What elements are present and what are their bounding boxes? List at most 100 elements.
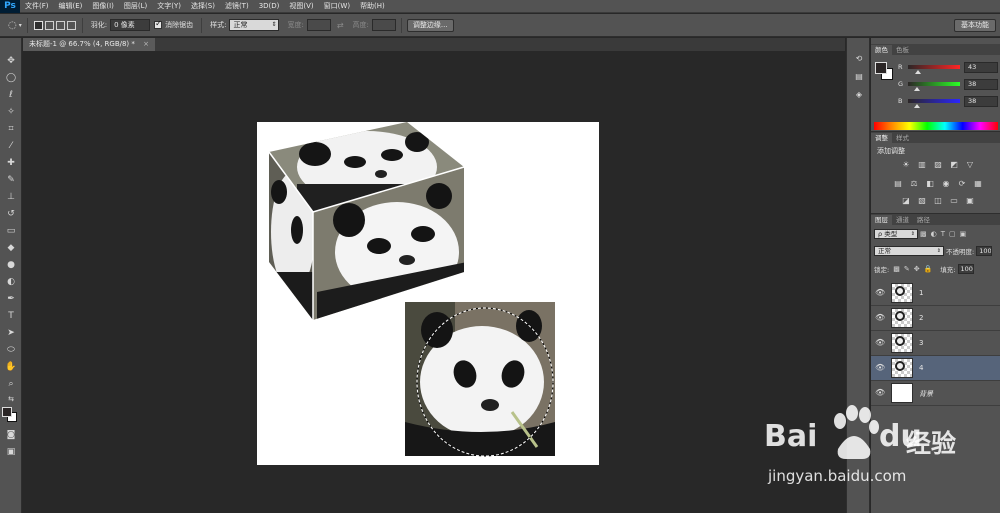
eye-icon[interactable]: 👁	[875, 288, 885, 297]
layer-row-2[interactable]: 👁 2	[871, 306, 1000, 331]
brush-tool-icon[interactable]: ✎	[3, 173, 19, 188]
hand-tool-icon[interactable]: ✋	[3, 360, 19, 375]
eye-icon[interactable]: 👁	[875, 363, 885, 372]
menu-filter[interactable]: 滤镜(T)	[220, 1, 254, 11]
dodge-tool-icon[interactable]: ◐	[3, 275, 19, 290]
tab-layers[interactable]: 图层	[871, 215, 892, 225]
menu-3d[interactable]: 3D(D)	[254, 2, 285, 10]
layer-row-4[interactable]: 👁 4	[871, 356, 1000, 381]
menu-help[interactable]: 帮助(H)	[355, 1, 390, 11]
filter-type-icon[interactable]: T	[941, 230, 945, 238]
menu-select[interactable]: 选择(S)	[186, 1, 220, 11]
fill-input[interactable]: 100	[957, 264, 974, 274]
magic-wand-tool-icon[interactable]: ✧	[3, 105, 19, 120]
properties-panel-icon[interactable]: ▤	[852, 70, 866, 83]
layer-name[interactable]: 2	[919, 314, 923, 322]
menu-layer[interactable]: 图层(L)	[119, 1, 152, 11]
elliptical-marquee-icon[interactable]: ◌	[8, 20, 17, 31]
posterize-icon[interactable]: ▧	[917, 196, 927, 206]
tab-swatches[interactable]: 色板	[892, 45, 913, 55]
antialias-checkbox[interactable]	[154, 19, 163, 29]
eyedropper-tool-icon[interactable]: ⁄	[3, 139, 19, 154]
menu-image[interactable]: 图像(I)	[87, 1, 119, 11]
tab-color[interactable]: 颜色	[871, 45, 892, 55]
eye-icon[interactable]: 👁	[875, 313, 885, 322]
green-channel-slider[interactable]	[908, 82, 960, 86]
crop-tool-icon[interactable]: ⌗	[3, 122, 19, 137]
hue-saturation-icon[interactable]: ▤	[893, 179, 903, 189]
opacity-input[interactable]: 100	[976, 246, 993, 256]
channel-mixer-icon[interactable]: ⟳	[957, 179, 967, 189]
path-selection-tool-icon[interactable]: ➤	[3, 326, 19, 341]
swap-dimensions-icon[interactable]: ⇄	[337, 21, 344, 30]
color-balance-icon[interactable]: ⚖	[909, 179, 919, 189]
eye-icon[interactable]: 👁	[875, 338, 885, 347]
workspace-button[interactable]: 基本功能	[954, 19, 996, 32]
new-selection-mode-icon[interactable]	[33, 20, 43, 30]
close-icon[interactable]: ×	[143, 40, 149, 48]
red-channel-value[interactable]: 43	[964, 62, 998, 73]
history-brush-tool-icon[interactable]: ↺	[3, 207, 19, 222]
intersect-selection-mode-icon[interactable]	[66, 20, 76, 30]
pen-tool-icon[interactable]: ✒	[3, 292, 19, 307]
quick-mask-icon[interactable]: ◙	[3, 428, 19, 443]
move-tool-icon[interactable]: ✥	[3, 54, 19, 69]
layer-row-background[interactable]: 👁 背景	[871, 381, 1000, 406]
foreground-color-swatch[interactable]	[2, 407, 12, 417]
swap-colors-icon[interactable]: ⇆	[3, 392, 19, 407]
threshold-icon[interactable]: ◫	[933, 196, 943, 206]
red-channel-slider[interactable]	[908, 65, 960, 69]
screen-mode-icon[interactable]: ▣	[3, 445, 19, 460]
menu-view[interactable]: 视图(V)	[284, 1, 318, 11]
zoom-tool-icon[interactable]: ⌕	[3, 377, 19, 392]
lock-all-icon[interactable]: 🔒	[924, 265, 933, 273]
lasso-tool-icon[interactable]: ℓ	[3, 88, 19, 103]
red-slider-thumb[interactable]	[915, 70, 921, 74]
menu-type[interactable]: 文字(Y)	[152, 1, 186, 11]
layer-name[interactable]: 背景	[919, 389, 933, 399]
filter-adjustment-icon[interactable]: ◐	[931, 230, 937, 238]
refine-edge-button[interactable]: 调整边缘...	[406, 18, 454, 32]
tab-paths[interactable]: 路径	[913, 215, 934, 225]
layer-row-1[interactable]: 👁 1	[871, 281, 1000, 306]
color-panel-foreground-swatch[interactable]	[875, 62, 887, 74]
healing-brush-tool-icon[interactable]: ✚	[3, 156, 19, 171]
menu-window[interactable]: 窗口(W)	[319, 1, 355, 11]
history-panel-icon[interactable]: ⟲	[852, 52, 866, 65]
height-input[interactable]	[371, 19, 396, 31]
green-slider-thumb[interactable]	[914, 87, 920, 91]
exposure-icon[interactable]: ◩	[949, 160, 959, 170]
blend-mode-select[interactable]: 正常 ⇕	[874, 246, 944, 256]
selective-color-icon[interactable]: ▣	[965, 196, 975, 206]
levels-icon[interactable]: ▥	[917, 160, 927, 170]
document-tab[interactable]: 未标题-1 @ 66.7% (4, RGB/8) * ×	[23, 38, 155, 51]
filter-pixel-icon[interactable]: ▩	[920, 230, 927, 238]
type-tool-icon[interactable]: T	[3, 309, 19, 324]
filter-shape-icon[interactable]: ▢	[949, 230, 956, 238]
layer-name[interactable]: 3	[919, 339, 923, 347]
layer-name[interactable]: 4	[919, 364, 923, 372]
brightness-contrast-icon[interactable]: ☀	[901, 160, 911, 170]
elliptical-marquee-tool-icon[interactable]: ◯	[3, 71, 19, 86]
document-canvas[interactable]	[257, 122, 599, 465]
menu-edit[interactable]: 编辑(E)	[54, 1, 88, 11]
ellipse-shape-tool-icon[interactable]: ⬭	[3, 343, 19, 358]
actions-panel-icon[interactable]: ◈	[852, 88, 866, 101]
tab-adjustments[interactable]: 调整	[871, 133, 892, 143]
chevron-down-icon[interactable]: ▾	[19, 22, 22, 29]
add-selection-mode-icon[interactable]	[44, 20, 54, 30]
layer-name[interactable]: 1	[919, 289, 923, 297]
tab-channels[interactable]: 通道	[892, 215, 913, 225]
lock-transparent-icon[interactable]: ▩	[893, 265, 900, 273]
blue-channel-value[interactable]: 38	[964, 96, 998, 107]
black-white-icon[interactable]: ◧	[925, 179, 935, 189]
layer-filter-select[interactable]: ρ 类型 ⇕	[874, 229, 918, 239]
green-channel-value[interactable]: 38	[964, 79, 998, 90]
subtract-selection-mode-icon[interactable]	[55, 20, 65, 30]
paint-bucket-tool-icon[interactable]: ◆	[3, 241, 19, 256]
tab-styles[interactable]: 样式	[892, 133, 913, 143]
vibrance-icon[interactable]: ▽	[965, 160, 975, 170]
style-select[interactable]: 正常 ⇕	[229, 19, 280, 31]
color-spectrum-bar[interactable]	[874, 122, 998, 130]
layer-row-3[interactable]: 👁 3	[871, 331, 1000, 356]
